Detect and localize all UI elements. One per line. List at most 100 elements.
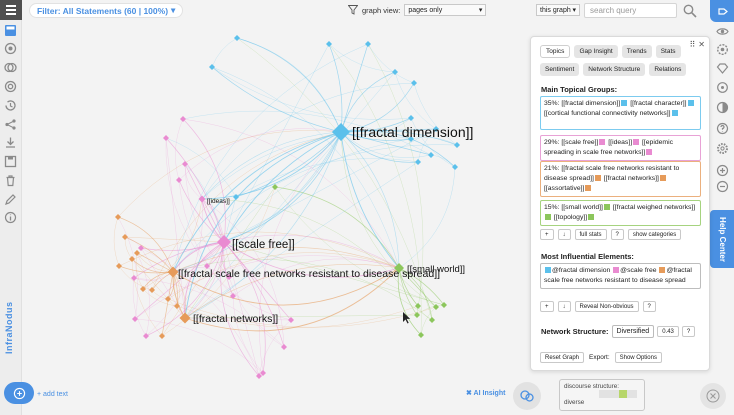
download-icon[interactable] bbox=[4, 136, 17, 149]
trash-icon[interactable] bbox=[4, 174, 17, 187]
topic-term[interactable]: [[assortative]] bbox=[544, 185, 584, 192]
topic-term[interactable]: [[fractal character]] bbox=[630, 100, 686, 107]
ai-insight-button[interactable] bbox=[513, 382, 541, 410]
node-label-fractal-networks[interactable]: [[fractal networks]] bbox=[193, 313, 278, 325]
menu-button[interactable] bbox=[0, 0, 22, 20]
topic-group[interactable]: 35%: [[fractal dimension]] [[fractal cha… bbox=[540, 96, 701, 130]
drag-handle-icon[interactable]: ⠿ bbox=[689, 40, 695, 49]
eye-icon[interactable] bbox=[716, 25, 729, 38]
show-categories-button[interactable]: show categories bbox=[627, 229, 682, 240]
add-influence-button[interactable]: + bbox=[540, 301, 554, 312]
topic-term[interactable]: [[ideas]] bbox=[608, 139, 632, 146]
topic-group[interactable]: 15%: [[small world]] [[fractal weighed n… bbox=[540, 200, 701, 226]
topic-term[interactable]: [[cortical functional connectivity netwo… bbox=[544, 110, 671, 117]
refresh-icon[interactable] bbox=[716, 81, 729, 94]
node-label-fractal-dimension[interactable]: [[fractal dimension]] bbox=[352, 124, 473, 140]
node-label-small-world[interactable]: [[small world]] bbox=[407, 264, 465, 275]
graph-node[interactable] bbox=[234, 35, 240, 41]
full-stats-button[interactable]: full stats bbox=[574, 229, 607, 240]
topic-term[interactable]: 35%: [[fractal dimension]] bbox=[544, 100, 620, 107]
graph-view-select[interactable]: pages only ▾ bbox=[404, 4, 487, 16]
info-icon[interactable] bbox=[4, 211, 17, 224]
reveal-non-obvious-button[interactable]: Reveal Non-obvious bbox=[574, 301, 639, 312]
add-text-button[interactable] bbox=[4, 382, 34, 404]
gear-icon[interactable] bbox=[716, 142, 729, 155]
save-icon[interactable] bbox=[4, 155, 17, 168]
close-circle-button[interactable] bbox=[700, 383, 726, 409]
graph-node[interactable] bbox=[415, 159, 421, 165]
graph-edge bbox=[118, 265, 174, 274]
add-text-link[interactable]: + add text bbox=[37, 391, 68, 398]
graph-node[interactable] bbox=[408, 115, 414, 121]
graph-node[interactable] bbox=[116, 263, 122, 269]
discourse-structure-widget[interactable]: discourse structure: diverse bbox=[559, 379, 645, 411]
contrast-icon[interactable] bbox=[716, 101, 729, 114]
reset-graph-button[interactable]: Reset Graph bbox=[540, 352, 585, 363]
graph-node[interactable] bbox=[454, 142, 460, 148]
help-icon[interactable] bbox=[716, 122, 729, 135]
zoom-out-icon[interactable] bbox=[716, 180, 729, 193]
search-icon[interactable] bbox=[683, 4, 697, 18]
structure-label: Network Structure: bbox=[541, 327, 609, 336]
tab-network-structure[interactable]: Network Structure bbox=[583, 63, 646, 76]
network-graph[interactable]: [[fractal dimension]] [[scale free]] [[f… bbox=[22, 20, 522, 390]
topics-help-button[interactable]: ? bbox=[610, 229, 624, 240]
topic-color-swatch bbox=[671, 110, 678, 117]
download-topics-button[interactable]: ↓ bbox=[557, 229, 571, 240]
share-network-icon[interactable] bbox=[4, 118, 17, 131]
brand-logo[interactable]: InfraNodus bbox=[4, 301, 14, 354]
graph-node[interactable] bbox=[428, 152, 434, 158]
topic-term[interactable]: [[fractal weighed networks]] bbox=[613, 204, 695, 211]
zoom-in-icon[interactable] bbox=[716, 164, 729, 177]
filter-button[interactable]: Filter: All Statements (60 | 100%) ▾ bbox=[29, 3, 184, 18]
node-label-scale-free[interactable]: [[scale free]] bbox=[232, 239, 295, 251]
graph-view-icon[interactable] bbox=[4, 24, 17, 37]
node-label-resistant-networks[interactable]: [[fractal scale free networks resistant … bbox=[178, 268, 440, 280]
target-icon[interactable] bbox=[4, 80, 17, 93]
graph-node[interactable] bbox=[414, 312, 420, 318]
close-icon[interactable]: ✕ bbox=[698, 40, 705, 49]
show-options-button[interactable]: Show Options bbox=[614, 352, 662, 363]
graph-edge bbox=[113, 216, 120, 267]
topic-term[interactable]: 29%: [[scale free]] bbox=[544, 139, 598, 146]
cluster-icon[interactable] bbox=[4, 42, 17, 55]
download-influence-button[interactable]: ↓ bbox=[557, 301, 571, 312]
layers-icon[interactable] bbox=[4, 61, 17, 74]
graph-node[interactable] bbox=[272, 184, 278, 190]
graph-node[interactable] bbox=[122, 234, 128, 240]
add-topic-button[interactable]: + bbox=[540, 229, 554, 240]
tab-gap-insight[interactable]: Gap Insight bbox=[574, 45, 618, 58]
graph-node[interactable] bbox=[365, 41, 371, 47]
tab-relations[interactable]: Relations bbox=[649, 63, 687, 76]
influential-title: Most Influential Elements: bbox=[541, 252, 634, 261]
diamond-icon[interactable] bbox=[716, 62, 729, 75]
influence-help-button[interactable]: ? bbox=[642, 301, 656, 312]
settings-icon[interactable] bbox=[716, 43, 729, 56]
topic-term[interactable]: 15%: [[small world]] bbox=[544, 204, 603, 211]
graph-node[interactable] bbox=[134, 250, 140, 256]
ai-insight-label[interactable]: ✖ AI Insight bbox=[466, 389, 505, 397]
topic-term[interactable]: [[topology]] bbox=[554, 214, 587, 221]
network-structure-row: Network Structure: Diversified 0.43 ? bbox=[541, 325, 696, 338]
search-scope-select[interactable]: this graph ▾ bbox=[536, 4, 580, 16]
add-share-button[interactable] bbox=[710, 0, 734, 22]
filter-label: Filter: All Statements (60 | 100%) bbox=[37, 5, 169, 16]
topic-group[interactable]: 29%: [[scale free]] [[ideas]] [[epidemic… bbox=[540, 135, 701, 161]
topic-group[interactable]: 21%: [[fractal scale free networks resis… bbox=[540, 161, 701, 197]
help-center-tab[interactable]: Help Center bbox=[710, 210, 734, 268]
search-input[interactable] bbox=[584, 3, 677, 18]
tab-trends[interactable]: Trends bbox=[621, 45, 652, 58]
structure-help-button[interactable]: ? bbox=[681, 326, 696, 337]
edit-icon[interactable] bbox=[4, 193, 17, 206]
graph-node[interactable] bbox=[429, 317, 435, 323]
tab-stats[interactable]: Stats bbox=[655, 45, 681, 58]
graph-node[interactable] bbox=[411, 80, 417, 86]
topic-term[interactable]: [[fractal networks]] bbox=[604, 175, 659, 182]
history-icon[interactable] bbox=[4, 99, 17, 112]
tab-sentiment[interactable]: Sentiment bbox=[540, 63, 580, 76]
graph-node[interactable] bbox=[441, 302, 447, 308]
tab-topics[interactable]: Topics bbox=[540, 45, 571, 58]
influential-element[interactable]: @fractal dimension bbox=[552, 267, 610, 274]
influential-element[interactable]: @scale free bbox=[620, 267, 656, 274]
node-label-ideas[interactable]: [[ideas]] bbox=[207, 198, 230, 205]
